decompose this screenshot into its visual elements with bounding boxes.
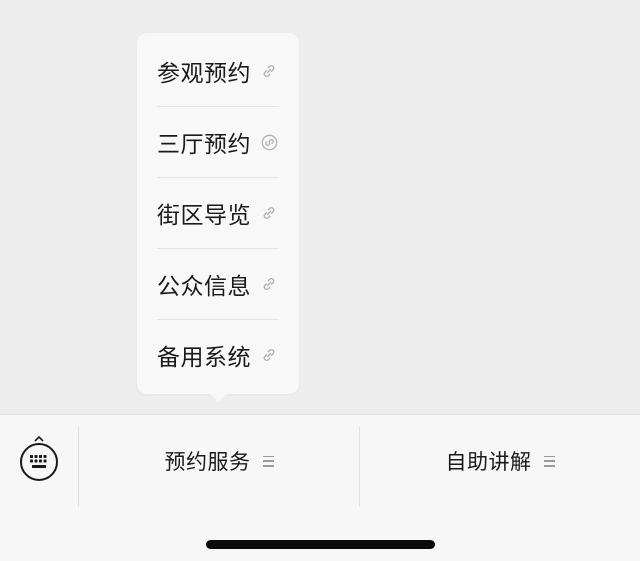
submenu-item-hall-booking[interactable]: 三厅预约 [157,107,279,177]
menu-label: 预约服务 [164,450,251,474]
link-icon [260,275,278,293]
keyboard-switch-icon[interactable] [18,435,60,487]
link-icon [260,346,278,364]
mini-program-icon [260,133,278,151]
submenu-item-street-tour[interactable]: 街区导览 [157,178,279,248]
submenu-item-visit-booking[interactable]: 参观预约 [157,36,279,106]
submenu-item-backup-system[interactable]: 备用系统 [157,320,279,390]
menu-self-guide[interactable]: 自助讲解 [360,441,640,481]
submenu-item-label: 备用系统 [157,345,251,371]
menu-label: 自助讲解 [445,450,532,474]
link-icon [260,62,278,80]
menu-lines-icon [543,455,555,467]
submenu-item-label: 参观预约 [157,61,251,87]
chat-page: 参观预约 三厅预约 街区导览 公众信息 备用系统 预约服务 自助讲解 [0,0,640,561]
menu-lines-icon [262,455,274,467]
home-indicator[interactable] [206,540,435,549]
submenu-item-label: 街区导览 [157,203,251,229]
popup-pointer [209,393,227,402]
submenu-item-label: 公众信息 [157,274,251,300]
submenu-popup: 参观预约 三厅预约 街区导览 公众信息 备用系统 [137,33,299,394]
submenu-item-public-info[interactable]: 公众信息 [157,249,279,319]
submenu-item-label: 三厅预约 [157,132,251,158]
link-icon [260,204,278,222]
bottom-menu-bar: 预约服务 自助讲解 [0,414,640,561]
menu-booking-service[interactable]: 预约服务 [79,441,359,481]
